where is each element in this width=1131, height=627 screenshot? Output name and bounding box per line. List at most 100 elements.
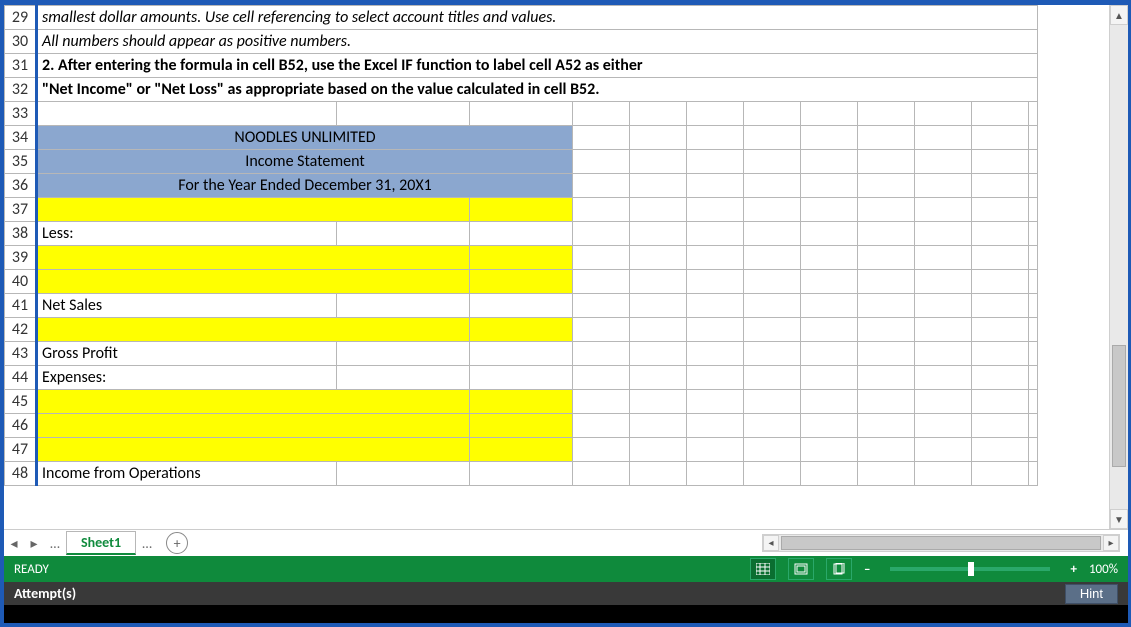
cell-b[interactable] [337,462,470,486]
cell-empty[interactable] [915,174,972,198]
view-page-break-button[interactable] [826,558,852,580]
cell-empty[interactable] [630,102,687,126]
cell-empty[interactable] [858,222,915,246]
cell-empty[interactable] [744,270,801,294]
scroll-thumb[interactable] [1112,345,1126,467]
cell-empty[interactable] [858,414,915,438]
cell-empty[interactable] [972,246,1029,270]
cell-empty[interactable] [801,222,858,246]
row-header[interactable]: 46 [5,414,37,438]
scroll-down-arrow[interactable]: ▼ [1110,509,1128,529]
cell-empty[interactable] [573,174,630,198]
row-header[interactable]: 42 [5,318,37,342]
cell-empty[interactable] [858,366,915,390]
cell-empty[interactable] [858,270,915,294]
cell-empty[interactable] [972,126,1029,150]
cell-empty[interactable] [573,270,630,294]
cell-empty[interactable] [1029,246,1038,270]
cell-empty[interactable] [915,198,972,222]
cell-empty[interactable] [915,342,972,366]
row-29[interactable]: 29smallest dollar amounts. Use cell refe… [5,6,1038,30]
cell-empty[interactable] [687,102,744,126]
cell-empty[interactable] [687,318,744,342]
cell-empty[interactable] [687,270,744,294]
cell-empty[interactable] [801,102,858,126]
scroll-track[interactable] [1110,25,1128,509]
cell-c[interactable] [470,270,573,294]
cell-empty[interactable] [915,366,972,390]
cell-empty[interactable] [915,390,972,414]
cell-empty[interactable] [744,438,801,462]
cell-empty[interactable] [573,150,630,174]
cell-empty[interactable] [801,390,858,414]
zoom-level[interactable]: 100% [1089,562,1118,577]
cell-empty[interactable] [1029,294,1038,318]
cell-empty[interactable] [573,102,630,126]
cell-c[interactable] [470,222,573,246]
cell-a[interactable]: Income from Operations [37,462,337,486]
cell-empty[interactable] [915,414,972,438]
cell-empty[interactable] [801,318,858,342]
cell-empty[interactable] [972,198,1029,222]
cell-empty[interactable] [630,390,687,414]
cell-c[interactable] [470,390,573,414]
cell-empty[interactable] [801,342,858,366]
cell-empty[interactable] [858,342,915,366]
row-header[interactable]: 36 [5,174,37,198]
cell-b[interactable] [337,294,470,318]
cell-a[interactable]: 2. After entering the formula in cell B5… [37,54,1038,78]
zoom-in-button[interactable]: + [1070,562,1076,577]
cell-empty[interactable] [801,174,858,198]
cell-empty[interactable] [801,270,858,294]
tab-overflow[interactable]: … [136,535,158,552]
cell-empty[interactable] [801,438,858,462]
cell-a[interactable] [37,102,337,126]
cell-empty[interactable] [744,414,801,438]
cell-c[interactable] [470,198,573,222]
cell-c[interactable] [470,438,573,462]
cell-empty[interactable] [744,318,801,342]
cell-empty[interactable] [744,126,801,150]
cell-empty[interactable] [915,246,972,270]
cell-empty[interactable] [858,438,915,462]
cell-empty[interactable] [801,198,858,222]
cell-empty[interactable] [801,462,858,486]
row-45[interactable]: 45 [5,390,1038,414]
cell-a-b[interactable] [37,438,470,462]
row-header[interactable]: 47 [5,438,37,462]
zoom-slider-handle[interactable] [968,562,974,576]
row-43[interactable]: 43Gross Profit [5,342,1038,366]
cell-empty[interactable] [744,462,801,486]
cell-b[interactable] [337,342,470,366]
cell-empty[interactable] [744,342,801,366]
cell-empty[interactable] [915,318,972,342]
cell-empty[interactable] [858,390,915,414]
cell-a[interactable]: "Net Income" or "Net Loss" as appropriat… [37,78,1038,102]
row-35[interactable]: 35Income Statement [5,150,1038,174]
cell-empty[interactable] [801,294,858,318]
cell-empty[interactable] [687,462,744,486]
row-47[interactable]: 47 [5,438,1038,462]
cell-empty[interactable] [1029,390,1038,414]
cell-empty[interactable] [972,390,1029,414]
cell-empty[interactable] [858,102,915,126]
cell-a-b[interactable] [37,414,470,438]
cell-empty[interactable] [858,294,915,318]
cell-empty[interactable] [972,222,1029,246]
hscroll-track[interactable] [779,535,1103,551]
cell-empty[interactable] [915,102,972,126]
cell-empty[interactable] [972,318,1029,342]
cell-empty[interactable] [972,270,1029,294]
cell-b[interactable] [337,222,470,246]
cell-empty[interactable] [630,438,687,462]
cell-c[interactable] [470,246,573,270]
cell-empty[interactable] [573,246,630,270]
cell-empty[interactable] [744,150,801,174]
cell-empty[interactable] [573,294,630,318]
cell-a-b[interactable] [37,198,470,222]
row-44[interactable]: 44Expenses: [5,366,1038,390]
cell-empty[interactable] [573,366,630,390]
row-48[interactable]: 48Income from Operations [5,462,1038,486]
row-header[interactable]: 31 [5,54,37,78]
cell-a[interactable]: Gross Profit [37,342,337,366]
